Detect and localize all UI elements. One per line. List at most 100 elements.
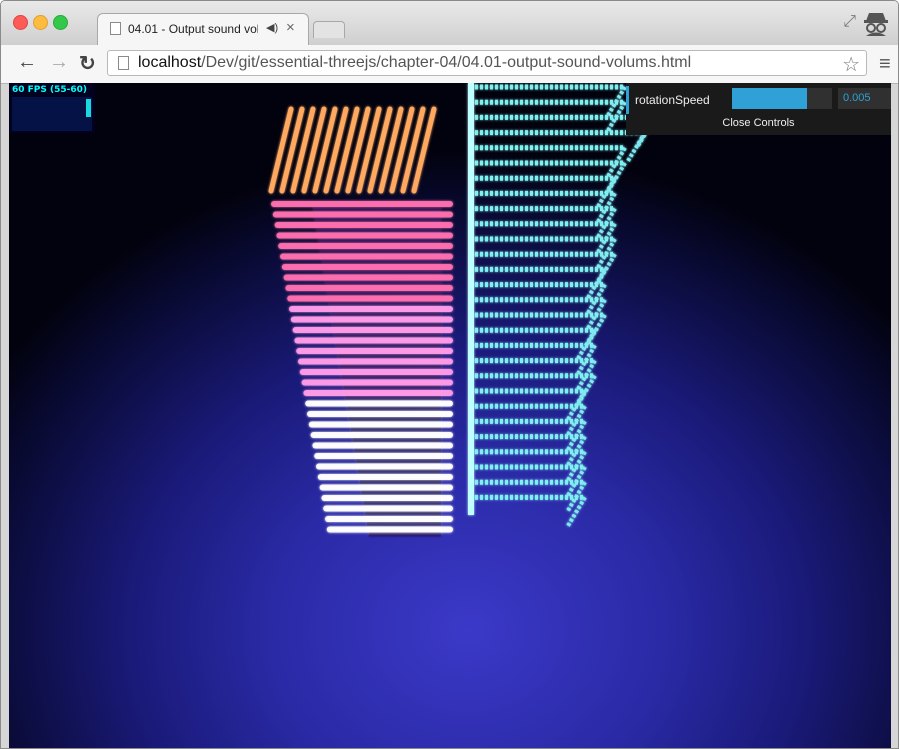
sound-bar (272, 211, 453, 218)
sound-bar (281, 264, 453, 270)
rotation-speed-row: rotationSpeed 0.005 (626, 86, 891, 114)
sound-bar (400, 106, 426, 194)
sound-bar (303, 390, 453, 396)
audio-icon: ◀︎) (266, 22, 279, 34)
bar-shadow (363, 501, 441, 505)
sound-visualization (268, 83, 657, 537)
url-host: localhost (138, 54, 202, 71)
fps-stats-panel[interactable]: 60 FPS (55-60) (9, 83, 95, 133)
url-path: /Dev/git/essential-threejs/chapter-04/04… (201, 54, 692, 71)
sound-bar (301, 379, 453, 386)
bar-shadow (334, 333, 441, 337)
fps-graph-bar (86, 99, 91, 117)
fps-graph (12, 97, 92, 131)
fps-text: 60 FPS (55-60) (12, 85, 88, 95)
sound-bar (289, 306, 453, 312)
sound-bar (316, 463, 453, 470)
sound-bar-edge (565, 496, 587, 529)
bar-shadow (361, 490, 441, 495)
sound-bar (378, 106, 404, 194)
bar-shadow (350, 427, 441, 432)
zoom-window-icon[interactable] (53, 15, 68, 30)
webgl-canvas[interactable]: 60 FPS (55-60) rotationSpeed 0.005 Close… (9, 83, 891, 748)
sound-bar (271, 201, 453, 207)
incognito-icon (864, 13, 888, 36)
sound-bar (305, 400, 453, 407)
sound-bar (301, 106, 327, 194)
sound-bar (389, 106, 415, 194)
sound-bar (314, 453, 453, 459)
bar-shadow (322, 259, 441, 264)
sound-bar (312, 106, 338, 194)
sound-bar (321, 495, 453, 501)
star-icon[interactable]: ☆ (842, 52, 860, 77)
new-tab-button[interactable] (313, 21, 345, 38)
sound-bar (283, 274, 453, 281)
browser-window: 04.01 - Output sound volums ◀︎) × ⤢ ← → … (0, 0, 899, 749)
bar-shadow (323, 270, 441, 274)
sound-bar (319, 484, 453, 491)
sound-bar (290, 316, 453, 323)
bar-shadow (338, 354, 441, 358)
bar-shadow (365, 511, 441, 516)
sound-bar (345, 106, 371, 194)
sound-bar (411, 106, 437, 194)
rotation-speed-input[interactable]: 0.005 (838, 88, 891, 109)
minimize-window-icon[interactable] (33, 15, 48, 30)
bar-shadow (336, 343, 441, 348)
rotation-speed-label: rotationSpeed (635, 93, 710, 107)
bar-shadow (358, 469, 441, 474)
bar-shadow (316, 228, 441, 232)
bar-shadow (318, 238, 441, 243)
sound-bar (323, 505, 453, 512)
sound-bar-edge (625, 131, 647, 164)
tab-active[interactable]: 04.01 - Output sound volums ◀︎) × (97, 13, 309, 46)
bar-shadow (327, 291, 441, 295)
center-bar (468, 83, 474, 515)
close-window-icon[interactable] (13, 15, 28, 30)
sound-bar (317, 474, 453, 480)
sound-bar (285, 285, 453, 291)
tab-close-icon[interactable]: × (286, 19, 295, 36)
rotation-speed-slider[interactable] (732, 88, 832, 109)
bar-shadow (352, 438, 441, 442)
back-icon[interactable]: ← (17, 51, 37, 74)
sound-bar (356, 106, 382, 194)
bar-shadow (313, 207, 441, 211)
sound-bar (307, 411, 453, 417)
url-text: localhost/Dev/git/essential-threejs/chap… (138, 54, 691, 72)
controls-panel: rotationSpeed 0.005 Close Controls (626, 83, 891, 135)
bar-shadow (320, 249, 441, 253)
forward-icon[interactable]: → (49, 51, 69, 74)
reload-icon[interactable]: ↻ (79, 51, 96, 76)
bar-shadow (356, 459, 441, 463)
bar-shadow (325, 280, 441, 285)
resize-icon[interactable]: ⤢ (843, 13, 856, 31)
sound-bar (367, 106, 393, 194)
bar-shadow (329, 301, 441, 306)
browser-toolbar: ← → ↻ localhost/Dev/git/essential-threej… (1, 45, 898, 84)
bar-shadow (354, 448, 441, 453)
bar-shadow (341, 375, 441, 379)
sound-bar (268, 106, 294, 194)
left-volume-bars (268, 106, 453, 537)
bar-shadow (368, 532, 441, 537)
sound-bar (287, 295, 453, 302)
sound-bar (310, 432, 453, 438)
close-controls-button[interactable]: Close Controls (626, 117, 891, 129)
bar-shadow (345, 396, 441, 400)
bar-shadow (331, 312, 441, 316)
sound-bar (280, 253, 453, 260)
right-volume-bars (468, 83, 657, 529)
bar-shadow (347, 406, 441, 411)
sound-bar (294, 337, 453, 344)
address-bar[interactable]: localhost/Dev/git/essential-threejs/chap… (107, 50, 867, 76)
sound-bar (296, 348, 453, 354)
sound-bar (276, 232, 453, 239)
bar-shadow (349, 417, 441, 421)
bar-shadow (343, 385, 441, 390)
bar-shadow (359, 480, 441, 484)
menu-icon[interactable]: ≡ (879, 53, 891, 76)
sound-bar (290, 106, 316, 194)
bar-shadow (340, 364, 441, 369)
